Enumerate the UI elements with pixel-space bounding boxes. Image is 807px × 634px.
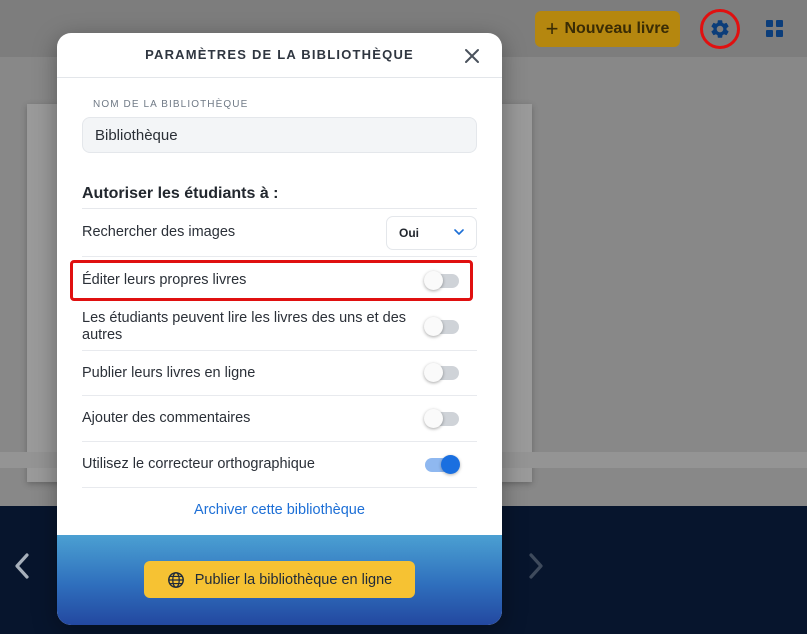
dialog-header: PARAMÈTRES DE LA BIBLIOTHÈQUE bbox=[57, 33, 502, 78]
setting-label: Utilisez le correcteur orthographique bbox=[82, 456, 315, 472]
select-value: Oui bbox=[399, 225, 419, 240]
globe-icon bbox=[167, 571, 184, 588]
setting-row-publish-books: Publier leurs livres en ligne bbox=[82, 351, 477, 396]
setting-label: Publier leurs livres en ligne bbox=[82, 364, 256, 381]
plus-icon: + bbox=[545, 16, 559, 41]
library-name-label: NOM DE LA BIBLIOTHÈQUE bbox=[93, 99, 249, 110]
read-others-books-toggle[interactable] bbox=[424, 317, 459, 336]
new-book-button[interactable]: + Nouveau livre bbox=[535, 11, 680, 47]
settings-button[interactable] bbox=[700, 9, 740, 49]
publish-library-button[interactable]: Publier la bibliothèque en ligne bbox=[144, 561, 415, 598]
spellcheck-toggle[interactable] bbox=[425, 454, 460, 474]
library-name-input[interactable] bbox=[82, 117, 477, 153]
setting-row-read-others-books: Les étudiants peuvent lire les livres de… bbox=[82, 304, 477, 351]
archive-library-link[interactable]: Archiver cette bibliothèque bbox=[57, 502, 502, 518]
chevron-left-icon[interactable] bbox=[10, 548, 34, 584]
library-settings-dialog: PARAMÈTRES DE LA BIBLIOTHÈQUE NOM DE LA … bbox=[57, 33, 502, 625]
edit-own-books-toggle[interactable] bbox=[424, 270, 459, 290]
setting-label: Ajouter des commentaires bbox=[82, 410, 251, 426]
new-book-label: Nouveau livre bbox=[564, 20, 670, 37]
grid-view-button[interactable] bbox=[766, 20, 783, 37]
setting-row-edit-own-books: Éditer leurs propres livres bbox=[82, 257, 477, 304]
search-images-select[interactable]: Oui bbox=[386, 215, 477, 250]
setting-label: Rechercher des images bbox=[82, 224, 236, 240]
dialog-title: PARAMÈTRES DE LA BIBLIOTHÈQUE bbox=[145, 47, 414, 62]
add-comments-toggle[interactable] bbox=[424, 408, 459, 428]
close-icon bbox=[465, 49, 479, 63]
publish-books-toggle[interactable] bbox=[424, 363, 459, 382]
permissions-heading: Autoriser les étudiants à : bbox=[82, 185, 279, 202]
dialog-footer: Publier la bibliothèque en ligne bbox=[57, 535, 502, 625]
setting-row-search-images: Rechercher des images Oui bbox=[82, 209, 477, 257]
setting-label: Les étudiants peuvent lire les livres de… bbox=[82, 310, 407, 343]
setting-row-spellcheck: Utilisez le correcteur orthographique bbox=[82, 442, 477, 488]
gear-icon bbox=[711, 20, 729, 38]
publish-button-label: Publier la bibliothèque en ligne bbox=[194, 571, 393, 588]
setting-label: Éditer leurs propres livres bbox=[82, 272, 247, 288]
grid-icon bbox=[766, 20, 773, 27]
close-button[interactable] bbox=[462, 46, 482, 66]
setting-row-add-comments: Ajouter des commentaires bbox=[82, 396, 477, 442]
chevron-down-icon bbox=[454, 229, 464, 235]
chevron-right-icon[interactable] bbox=[524, 548, 548, 584]
